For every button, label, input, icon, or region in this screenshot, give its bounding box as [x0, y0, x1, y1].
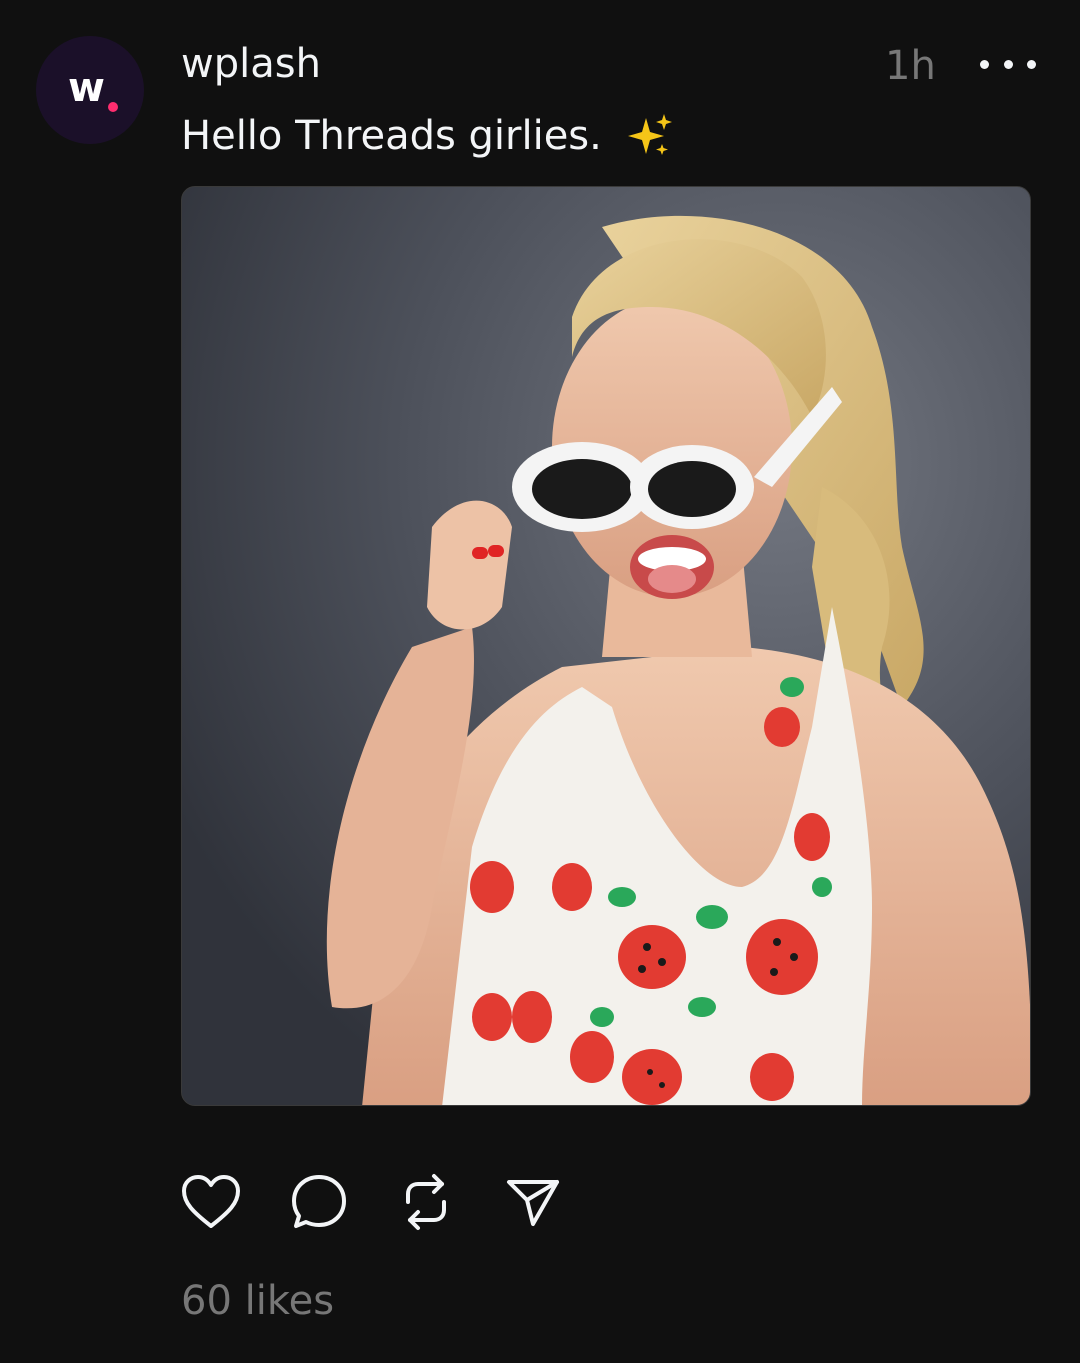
likes-count[interactable]: 60 likes: [181, 1275, 334, 1327]
sparkles-icon: [626, 112, 674, 160]
more-options-icon[interactable]: [980, 50, 1036, 78]
post-photo[interactable]: [181, 186, 1031, 1106]
post-username[interactable]: wplash: [181, 38, 321, 90]
post-caption: Hello Threads girlies.: [181, 113, 602, 159]
avatar-logo-text: w: [68, 65, 105, 111]
repost-icon[interactable]: [396, 1172, 456, 1232]
share-icon[interactable]: [503, 1172, 563, 1232]
post-timestamp: 1h: [885, 43, 936, 89]
avatar[interactable]: w: [36, 36, 144, 144]
avatar-logo-dot: [108, 102, 118, 112]
heart-icon[interactable]: [181, 1172, 241, 1232]
comment-icon[interactable]: [289, 1172, 349, 1232]
